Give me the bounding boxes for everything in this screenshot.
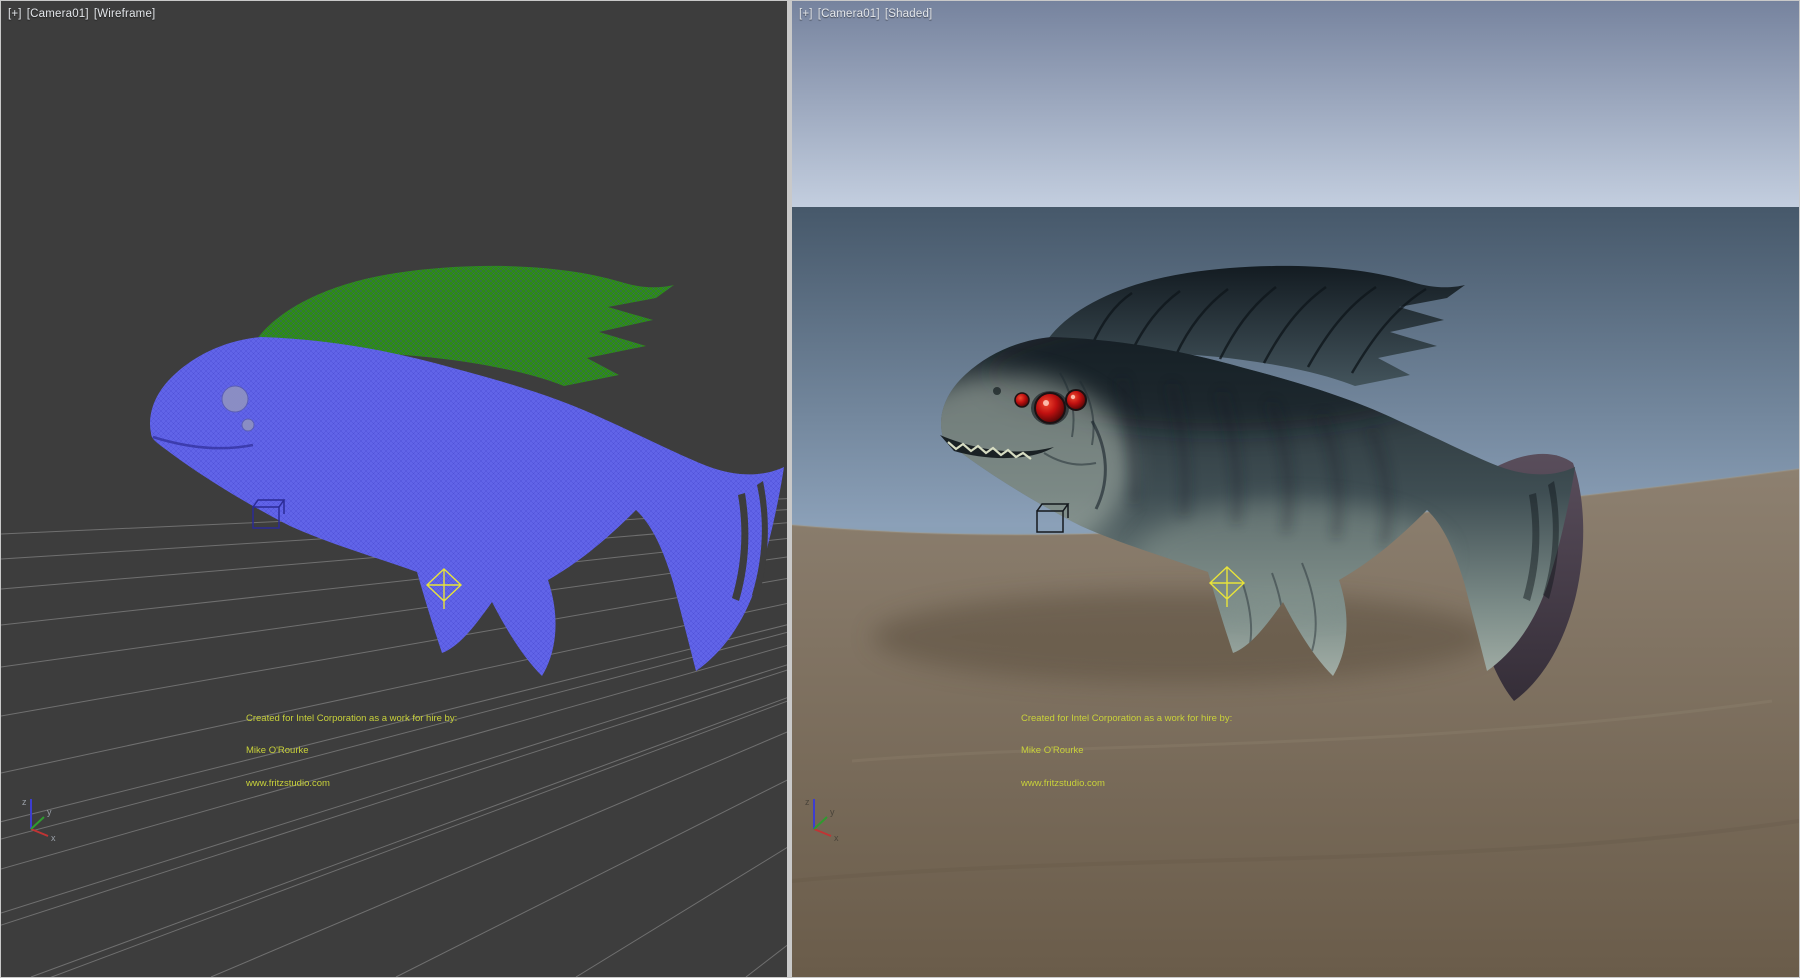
viewport-label-left: [+] [Camera01] [Wireframe] — [8, 8, 155, 20]
axis-x-label: x — [51, 833, 56, 843]
fish-eye — [1035, 393, 1065, 423]
axis-z-label: z — [805, 797, 810, 807]
viewport-label-right: [+] [Camera01] [Shaded] — [799, 8, 932, 20]
viewport-menu-pov[interactable]: [Camera01] — [27, 8, 89, 20]
wireframe-canvas[interactable]: z x y — [1, 1, 787, 977]
shaded-canvas[interactable]: z x y — [792, 1, 1799, 977]
fish-nostril — [993, 387, 1001, 395]
scene-credit-text: Created for Intel Corporation as a work … — [1021, 693, 1232, 811]
viewport-menu-general[interactable]: [+] — [8, 8, 22, 20]
fish-eye — [1066, 390, 1086, 410]
credit-line-1: Created for Intel Corporation as a work … — [1021, 714, 1232, 725]
eye-highlight — [1071, 395, 1075, 399]
axis-z-label: z — [22, 797, 27, 807]
scene-credit-text: Created for Intel Corporation as a work … — [246, 693, 457, 811]
eye-highlight — [1043, 400, 1049, 406]
credit-line-2: Mike O'Rourke — [1021, 746, 1232, 757]
fish-ground-shadow — [872, 591, 1492, 683]
sky-layer — [792, 1, 1799, 207]
credit-line-3: www.fritzstudio.com — [1021, 779, 1232, 790]
viewport-menu-shading[interactable]: [Shaded] — [885, 8, 933, 20]
axis-x-label: x — [834, 833, 839, 843]
fish-eye — [1015, 393, 1029, 407]
fish-eye-spot — [222, 386, 248, 412]
credit-line-3: www.fritzstudio.com — [246, 779, 457, 790]
fish-eye-spot — [242, 419, 254, 431]
max-viewport-area: z x y [+] [Camera01] [Wireframe] Created… — [0, 0, 1800, 978]
axis-y-label: y — [47, 807, 52, 817]
viewport-shaded[interactable]: z x y [+] [Camera01] [Shaded] Created fo… — [792, 1, 1799, 977]
credit-line-1: Created for Intel Corporation as a work … — [246, 714, 457, 725]
viewport-wireframe[interactable]: z x y [+] [Camera01] [Wireframe] Created… — [1, 1, 787, 977]
axis-y-label: y — [830, 807, 835, 817]
viewport-menu-pov[interactable]: [Camera01] — [818, 8, 880, 20]
credit-line-2: Mike O'Rourke — [246, 746, 457, 757]
viewport-menu-general[interactable]: [+] — [799, 8, 813, 20]
viewport-menu-shading[interactable]: [Wireframe] — [94, 8, 156, 20]
